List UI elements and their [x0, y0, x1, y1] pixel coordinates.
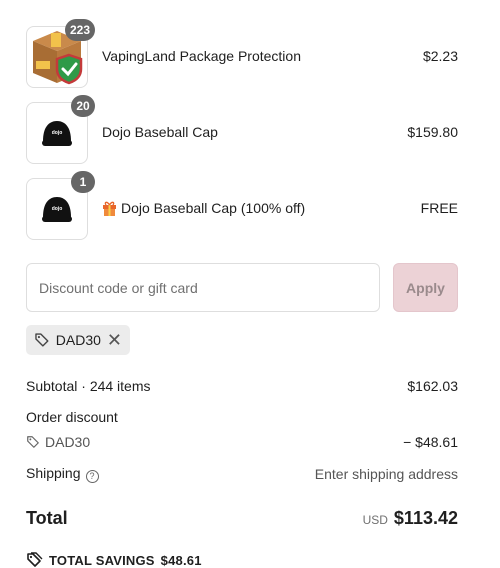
item-price: $2.23 — [422, 48, 458, 64]
line-item: dojo 20 Dojo Baseball Cap $159.80 — [26, 95, 458, 164]
shipping-wrapper: Shipping? — [26, 465, 99, 483]
help-icon[interactable]: ? — [85, 470, 99, 483]
shipping-value: Enter shipping address — [314, 466, 458, 482]
total-savings: TOTAL SAVINGS $48.61 — [26, 552, 202, 568]
item-name: Dojo Baseball Cap — [102, 124, 218, 140]
total-row: Total USD $113.42 — [26, 508, 458, 529]
order-discount-row: Order discount — [26, 409, 458, 425]
line-item: dojo 1 Dojo Baseball Cap (100% off) FREE — [26, 171, 458, 240]
total-value: $113.42 — [393, 508, 458, 528]
savings-tag-icon — [27, 552, 43, 567]
item-name-wrapper: Dojo Baseball Cap (100% off) — [102, 200, 305, 216]
tag-icon — [35, 333, 49, 347]
savings-label: TOTAL SAVINGS — [49, 552, 155, 568]
subtotal-value: $162.03 — [407, 378, 458, 394]
discount-code-wrapper: DAD30 — [26, 434, 90, 450]
applied-discount-chip: DAD30 ✕ — [26, 325, 130, 355]
discount-value: − $48.61 — [403, 434, 458, 450]
applied-code-label: DAD30 — [55, 332, 101, 348]
apply-discount-button[interactable]: Apply — [393, 263, 458, 312]
subtotal-row: Subtotal · 244 items $162.03 — [26, 378, 458, 394]
item-price: FREE — [420, 200, 458, 216]
quantity-badge: 20 — [71, 95, 95, 117]
discount-code-input[interactable] — [26, 263, 380, 312]
cap-icon: dojo — [42, 197, 72, 222]
tag-icon — [27, 436, 39, 448]
total-wrapper: USD $113.42 — [363, 508, 458, 529]
order-discount-label: Order discount — [26, 409, 118, 425]
remove-discount-icon[interactable]: ✕ — [107, 331, 122, 349]
product-thumbnail: dojo 20 — [26, 95, 95, 164]
discount-code-row: DAD30 − $48.61 — [26, 434, 458, 450]
item-price: $159.80 — [407, 124, 458, 140]
shipping-row: Shipping? Enter shipping address — [26, 465, 458, 483]
total-label: Total — [26, 508, 68, 528]
cap-icon: dojo — [42, 121, 72, 146]
discount-code-label: DAD30 — [45, 434, 91, 450]
gift-icon — [103, 201, 116, 216]
quantity-badge: 1 — [71, 171, 95, 193]
currency-code: USD — [362, 513, 388, 527]
subtotal-label: Subtotal · 244 items — [26, 378, 151, 394]
item-name: Dojo Baseball Cap (100% off) — [121, 200, 306, 216]
item-name: VapingLand Package Protection — [102, 48, 301, 64]
quantity-badge: 223 — [64, 19, 95, 41]
svg-text:dojo: dojo — [52, 206, 63, 212]
svg-text:dojo: dojo — [52, 130, 63, 136]
product-thumbnail: 223 — [26, 19, 95, 88]
shipping-label: Shipping — [26, 465, 81, 481]
line-item: 223 VapingLand Package Protection $2.23 — [26, 19, 458, 88]
savings-value: $48.61 — [160, 552, 202, 568]
product-thumbnail: dojo 1 — [26, 171, 95, 240]
